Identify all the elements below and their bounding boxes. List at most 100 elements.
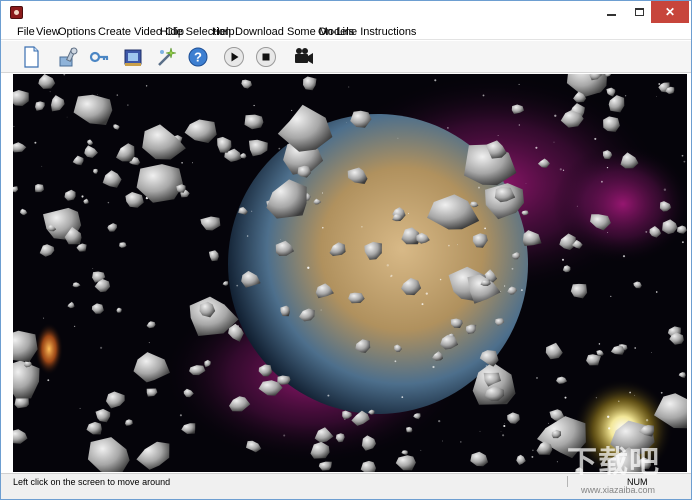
star <box>34 141 37 144</box>
menu-view[interactable]: View <box>36 26 60 39</box>
star <box>441 440 443 442</box>
tools-icon <box>59 47 78 67</box>
star <box>460 441 462 443</box>
new-button[interactable] <box>18 44 44 70</box>
star <box>361 226 363 228</box>
minimize-button[interactable] <box>597 1 625 23</box>
star <box>432 365 435 369</box>
help-button[interactable]: ? <box>185 44 211 70</box>
star <box>73 325 76 328</box>
star <box>41 165 43 167</box>
star <box>307 266 310 269</box>
star <box>484 227 486 230</box>
menu-help[interactable]: Help <box>212 26 235 39</box>
star <box>397 137 399 139</box>
star <box>624 95 627 97</box>
star <box>634 394 636 396</box>
star <box>439 278 442 281</box>
star <box>629 391 631 394</box>
star <box>610 295 612 298</box>
star <box>438 419 441 423</box>
star <box>594 137 597 140</box>
star <box>504 285 506 287</box>
star <box>236 284 239 287</box>
menu-options[interactable]: Options <box>58 26 96 39</box>
asteroid <box>35 184 44 193</box>
svg-text:?: ? <box>194 50 202 65</box>
star <box>607 415 610 418</box>
star <box>394 360 397 363</box>
star <box>556 461 558 463</box>
star <box>606 166 609 169</box>
star <box>420 449 422 451</box>
star <box>320 309 322 311</box>
star <box>66 116 68 118</box>
star <box>386 264 389 267</box>
star <box>425 292 428 295</box>
menu-online-instructions[interactable]: On-Line Instructions <box>318 26 416 39</box>
close-button[interactable]: ✕ <box>651 1 689 23</box>
star <box>148 342 150 344</box>
star <box>518 124 520 126</box>
star <box>500 431 502 432</box>
3d-viewport[interactable] <box>13 74 687 472</box>
star <box>43 317 45 319</box>
star <box>97 94 98 96</box>
star <box>179 414 182 417</box>
menu-file[interactable]: File <box>17 26 35 39</box>
star <box>291 109 293 111</box>
watermark-logo: 下载吧 <box>567 445 660 480</box>
star <box>518 83 520 85</box>
maximize-icon <box>634 8 644 16</box>
minimize-icon <box>606 14 616 16</box>
key-button[interactable] <box>86 44 112 70</box>
star <box>390 274 393 277</box>
star <box>407 212 410 215</box>
star <box>595 397 597 399</box>
star <box>655 291 658 293</box>
camera-button[interactable] <box>291 44 317 70</box>
tools-button[interactable] <box>55 44 81 70</box>
stop-button[interactable] <box>253 44 279 70</box>
star <box>608 427 611 430</box>
star <box>663 188 667 191</box>
star <box>553 141 555 143</box>
star <box>532 449 534 452</box>
lens-flare <box>35 323 63 375</box>
star <box>448 244 450 247</box>
app-icon[interactable] <box>10 6 23 19</box>
star <box>283 434 286 437</box>
star <box>251 210 253 212</box>
star <box>562 169 565 171</box>
star <box>181 161 183 164</box>
star <box>145 85 148 87</box>
star <box>246 235 249 237</box>
star <box>322 226 324 229</box>
star <box>92 268 94 269</box>
star <box>482 94 485 97</box>
watermark-url: www.xiazaiba.com <box>581 485 656 495</box>
movie-icon <box>124 49 142 66</box>
title-bar[interactable]: ✕ <box>1 1 691 25</box>
star <box>607 231 609 234</box>
star <box>535 146 538 149</box>
camera-icon <box>295 48 313 64</box>
star <box>681 241 684 244</box>
toolbar: ? <box>1 41 691 73</box>
star <box>576 205 578 207</box>
star <box>525 183 527 184</box>
status-message: Left click on the screen to move around <box>13 477 171 487</box>
star <box>79 407 81 409</box>
new-document-icon <box>24 46 39 68</box>
star <box>622 255 626 258</box>
star <box>457 244 458 246</box>
star <box>321 192 324 194</box>
star <box>127 104 129 106</box>
maximize-button[interactable] <box>625 1 653 23</box>
movie-button[interactable] <box>120 44 146 70</box>
star <box>634 347 637 349</box>
star <box>651 352 652 353</box>
wand-button[interactable] <box>153 44 179 70</box>
play-button[interactable] <box>221 44 247 70</box>
star <box>478 186 480 189</box>
